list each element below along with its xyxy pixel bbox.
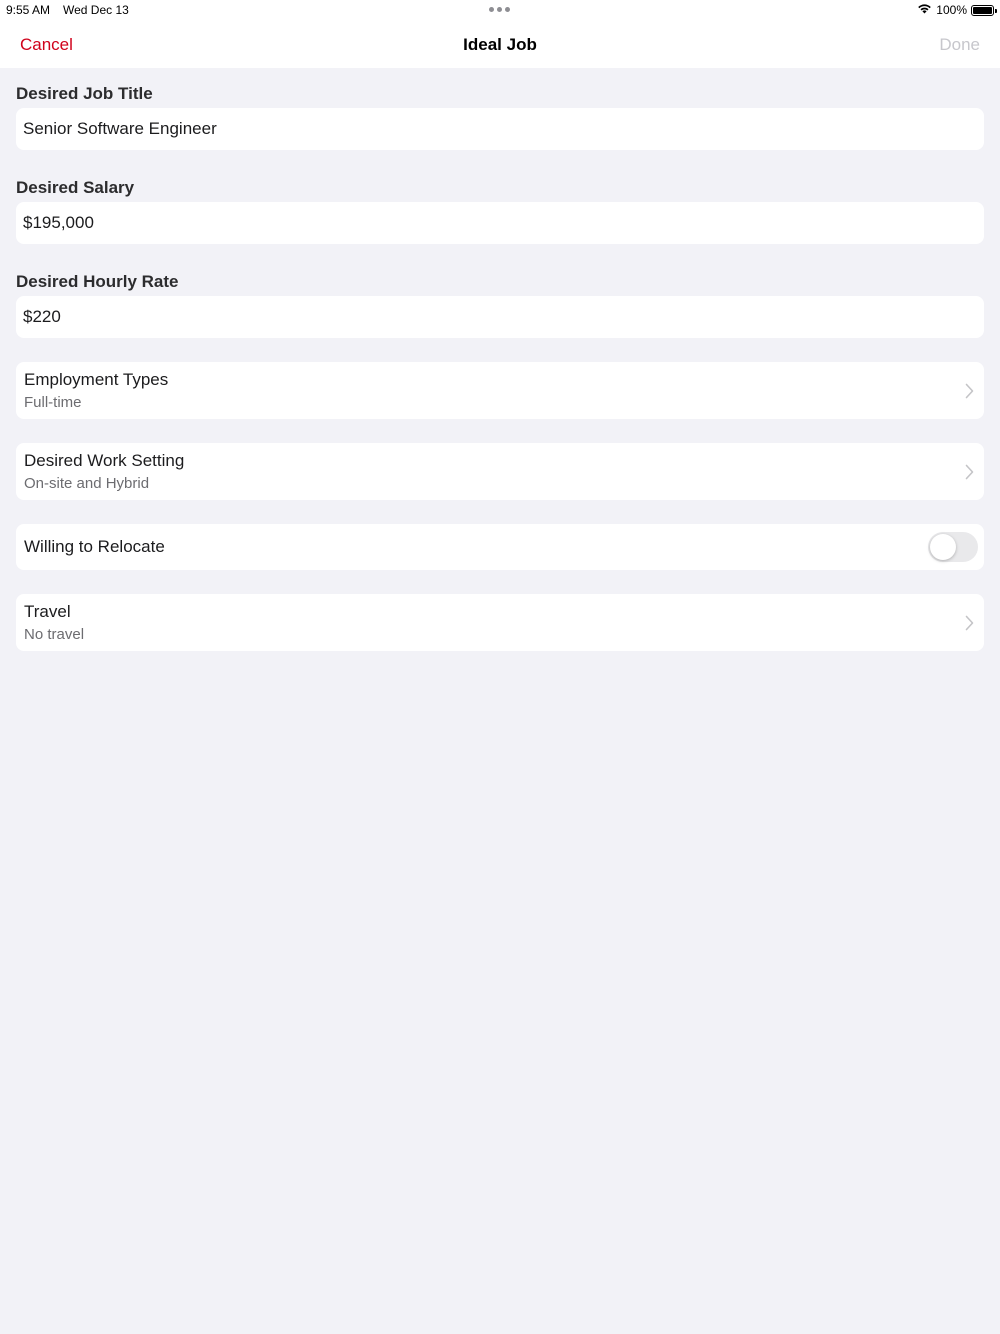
- chevron-right-icon: [965, 615, 974, 630]
- status-right: 100%: [917, 3, 997, 17]
- work-setting-row[interactable]: Desired Work Setting On-site and Hybrid: [16, 443, 984, 500]
- multitasking-dots-icon[interactable]: [489, 7, 510, 12]
- employment-types-value: Full-time: [24, 394, 82, 411]
- job-title-label: Desired Job Title: [16, 84, 153, 103]
- salary-label: Desired Salary: [16, 178, 135, 197]
- hourly-rate-label: Desired Hourly Rate: [16, 272, 179, 291]
- employment-types-title: Employment Types: [24, 370, 169, 389]
- work-setting-value: On-site and Hybrid: [24, 475, 150, 492]
- ideal-job-form: Desired Job Title Desired Salary Desired…: [16, 68, 984, 651]
- relocate-toggle[interactable]: [928, 532, 978, 562]
- travel-value: No travel: [24, 626, 85, 643]
- chevron-right-icon: [965, 464, 974, 479]
- travel-title: Travel: [24, 602, 71, 621]
- status-time: 9:55 AM: [6, 3, 51, 17]
- page-title: Ideal Job: [463, 35, 537, 54]
- status-bar: 9:55 AM Wed Dec 13 100%: [0, 0, 1000, 22]
- navigation-bar: Cancel Ideal Job Done: [0, 22, 1000, 68]
- employment-types-row[interactable]: Employment Types Full-time: [16, 362, 984, 419]
- travel-row[interactable]: Travel No travel: [16, 594, 984, 651]
- work-setting-title: Desired Work Setting: [24, 451, 185, 470]
- hourly-rate-input[interactable]: [16, 296, 984, 338]
- toggle-knob: [930, 534, 956, 560]
- relocate-row: Willing to Relocate: [16, 524, 984, 570]
- status-date: Wed Dec 13: [63, 3, 129, 17]
- salary-input[interactable]: [16, 202, 984, 244]
- wifi-icon: [917, 3, 932, 17]
- battery-percent: 100%: [936, 3, 967, 17]
- relocate-title: Willing to Relocate: [24, 537, 165, 556]
- done-button[interactable]: Done: [939, 35, 980, 55]
- battery-icon: [971, 4, 997, 16]
- chevron-right-icon: [965, 383, 974, 398]
- job-title-input[interactable]: [16, 108, 984, 150]
